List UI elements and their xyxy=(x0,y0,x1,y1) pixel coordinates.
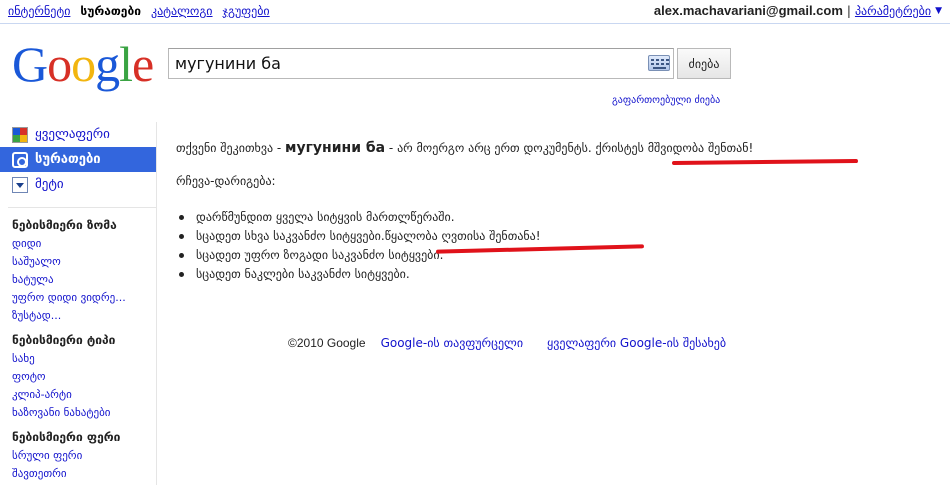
red-underline xyxy=(671,159,859,165)
footer: ©2010 Google Google-ის თავფურცელი ყველაფ… xyxy=(288,336,726,350)
filter-link[interactable]: ზუსტად... xyxy=(12,307,126,325)
filter-link[interactable]: ფოტო xyxy=(12,368,115,386)
sidebar-item-more[interactable]: მეტი xyxy=(0,172,156,197)
filter-heading: ნებისმიერი ზომა xyxy=(12,218,117,232)
message-query: мугунини ба xyxy=(285,140,386,156)
google-multicolor-icon xyxy=(12,126,28,143)
filter-link[interactable]: სახე xyxy=(12,350,115,368)
top-nav: ინტერნეტი სურათები კატალოგი ჯგუფები xyxy=(8,4,270,18)
filter-link[interactable]: დიდი xyxy=(12,235,126,253)
top-bar: ინტერნეტი სურათები კატალოგი ჯგუფები alex… xyxy=(0,0,950,24)
topnav-web[interactable]: ინტერნეტი xyxy=(8,4,70,18)
copyright: ©2010 Google xyxy=(288,336,366,350)
top-divider xyxy=(0,23,950,24)
results-area: თქვენი შეკითხვა - мугунини ба - არ მოერგ… xyxy=(176,138,936,281)
topnav-images[interactable]: სურათები xyxy=(80,4,141,18)
no-results-message: თქვენი შეკითხვა - мугунини ба - არ მოერგ… xyxy=(176,138,936,158)
suggestions-heading: რჩევა-დარიგება: xyxy=(176,174,276,188)
filter-link[interactable]: სრული ფერი xyxy=(12,447,120,465)
chevron-down-icon[interactable]: ▼ xyxy=(935,6,942,16)
suggestion-text: სცადეთ სხვა საკვანძო სიტყვები. xyxy=(196,229,385,243)
keyboard-icon[interactable] xyxy=(648,55,670,71)
sidebar-border xyxy=(156,122,157,485)
filter-link[interactable]: საშუალო xyxy=(12,253,126,271)
footer-link-about[interactable]: ყველაფერი Google-ის შესახებ xyxy=(547,336,726,350)
filter-heading: ნებისმიერი ტიპი xyxy=(12,333,116,347)
filter-link[interactable]: შავთეთრი xyxy=(12,465,120,483)
filter-link[interactable]: კლიპ-არტი xyxy=(12,386,115,404)
filter-heading: ნებისმიერი ფერი xyxy=(12,430,121,444)
footer-link-home[interactable]: Google-ის თავფურცელი xyxy=(381,336,523,350)
sidebar-item-everything[interactable]: ყველაფერი xyxy=(0,122,156,147)
account-area: alex.machavariani@gmail.com | პარამეტრებ… xyxy=(654,3,942,18)
topnav-directory[interactable]: კატალოგი xyxy=(151,4,213,18)
search-button[interactable]: ძიება xyxy=(677,48,731,79)
color-filter: ნებისმიერი ფერი სრული ფერი შავთეთრი xyxy=(12,428,120,483)
filter-link[interactable]: ხაზოვანი ნახატები xyxy=(12,404,115,422)
search-box xyxy=(168,48,674,79)
size-filter: ნებისმიერი ზომა დიდი საშუალო ხატულა უფრო… xyxy=(12,216,126,325)
google-logo[interactable]: Google xyxy=(12,36,154,92)
sidebar-item-images[interactable]: სურათები xyxy=(0,147,156,172)
type-filter: ნებისმიერი ტიპი სახე ფოტო კლიპ-არტი ხაზო… xyxy=(12,331,115,422)
sidebar: ყველაფერი სურათები მეტი ნებისმიერი ზომა … xyxy=(0,122,156,480)
suggestions-list: დარწმუნდით ყველა სიტყვის მართლწერაში. სც… xyxy=(176,208,541,284)
filter-link[interactable]: ხატულა xyxy=(12,271,126,289)
message-suffix: - არ მოერგო არც ერთ დოკუმენტს. xyxy=(385,141,596,155)
handwritten-annotation: წყალობა ღვთისა შენთანა! xyxy=(384,229,541,243)
list-item: დარწმუნდით ყველა სიტყვის მართლწერაში. xyxy=(176,208,541,227)
separator: | xyxy=(846,3,851,18)
filter-link[interactable]: უფრო დიდი ვიდრე... xyxy=(12,289,126,307)
sidebar-divider xyxy=(8,207,156,208)
advanced-search-link[interactable]: გაფართოებული ძიება xyxy=(612,95,720,106)
list-item: სცადეთ სხვა საკვანძო სიტყვები.წყალობა ღვ… xyxy=(176,227,541,246)
settings-link[interactable]: პარამეტრები xyxy=(855,4,931,18)
camera-icon xyxy=(12,151,28,168)
account-email: alex.machavariani@gmail.com xyxy=(653,3,843,18)
sidebar-item-label: ყველაფერი xyxy=(35,127,110,142)
search-input[interactable] xyxy=(175,53,635,73)
sidebar-item-label: მეტი xyxy=(35,177,64,192)
sidebar-item-label: სურათები xyxy=(35,152,101,167)
list-item: სცადეთ ნაკლები საკვანძო სიტყვები. xyxy=(176,265,541,284)
handwritten-annotation: ქრისტეს მშვიდობა შენთან! xyxy=(595,141,754,155)
topnav-groups[interactable]: ჯგუფები xyxy=(223,4,270,18)
message-prefix: თქვენი შეკითხვა - xyxy=(176,141,286,155)
dropdown-icon xyxy=(12,176,28,193)
